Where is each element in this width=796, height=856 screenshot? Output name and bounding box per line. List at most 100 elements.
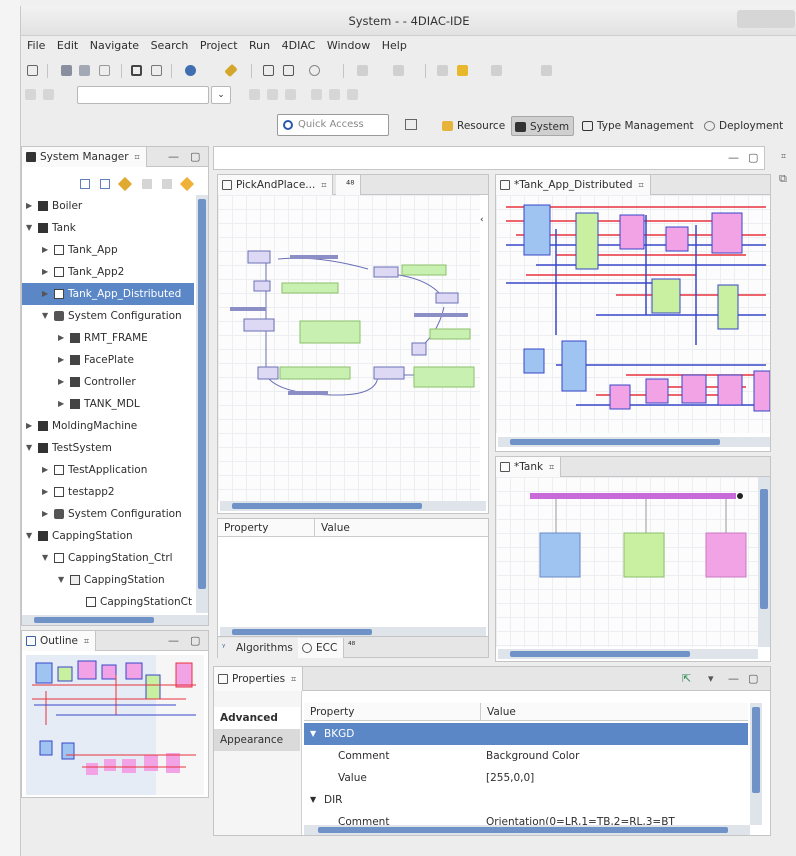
expand-arrow-icon[interactable]: ▶ — [58, 327, 64, 349]
outline-overview[interactable] — [26, 655, 204, 795]
tree-item[interactable]: ▼ System Configuration — [22, 305, 194, 327]
tree-item[interactable]: ▼ TestSystem — [22, 437, 194, 459]
tree-item[interactable]: ▶ RMT_FRAME — [22, 327, 194, 349]
collapse-arrow-icon[interactable]: ▼ — [58, 569, 64, 591]
new-system-icon[interactable] — [117, 176, 133, 192]
side-tab-advanced[interactable]: Advanced — [214, 707, 300, 729]
property-row[interactable]: Comment Background Color — [304, 745, 748, 767]
perspective-system[interactable]: System — [511, 116, 575, 136]
menu-4diac[interactable]: 4DIAC — [282, 36, 316, 56]
system-hscrollbar[interactable] — [498, 649, 758, 659]
overflow-icon[interactable]: ⁴⁸ — [348, 641, 355, 651]
expand-arrow-icon[interactable]: ▶ — [42, 283, 48, 305]
menu-edit[interactable]: Edit — [57, 36, 78, 56]
properties-vscroll-thumb[interactable] — [752, 707, 760, 793]
application-hscroll-thumb[interactable] — [510, 439, 720, 445]
collapse-arrow-icon[interactable]: ▼ — [26, 437, 32, 459]
align-middle-icon[interactable] — [329, 89, 340, 100]
open-perspective-icon[interactable] — [405, 119, 417, 130]
tab-algorithms[interactable]: ᵞ Algorithms — [218, 638, 300, 658]
collapse-arrow-icon[interactable]: ▼ — [26, 217, 32, 239]
close-icon[interactable]: ⌗ — [84, 637, 89, 647]
tree-item[interactable]: ▶ FacePlate — [22, 349, 194, 371]
maximize-icon[interactable]: ▢ — [748, 151, 758, 164]
ecc-hscrollbar[interactable] — [220, 501, 486, 511]
side-tab-appearance[interactable]: Appearance — [214, 729, 300, 751]
new-icon[interactable] — [27, 65, 38, 76]
view-menu-icon[interactable]: ▾ — [708, 672, 714, 685]
expand-arrow-icon[interactable]: ▶ — [58, 349, 64, 371]
expand-arrow-icon[interactable]: ▶ — [42, 503, 48, 525]
collapse-arrow-icon[interactable]: ▼ — [310, 723, 316, 745]
menu-window[interactable]: Window — [327, 36, 370, 56]
system-hscroll-thumb[interactable] — [510, 651, 690, 657]
quick-access-input[interactable]: Quick Access — [277, 114, 389, 136]
print-icon[interactable] — [99, 65, 110, 76]
minimize-icon[interactable]: — — [168, 150, 179, 163]
redo-icon[interactable] — [43, 89, 54, 100]
tree-vertical-scrollbar[interactable] — [196, 195, 208, 613]
align-center-icon[interactable] — [267, 89, 278, 100]
align-top-icon[interactable] — [311, 89, 322, 100]
pin-icon[interactable] — [541, 65, 552, 76]
property-group-row[interactable]: ▼ BKGD — [304, 723, 748, 745]
minimize-icon[interactable]: — — [728, 151, 739, 164]
back-icon[interactable] — [357, 65, 368, 76]
menu-file[interactable]: File — [27, 36, 45, 56]
tree-item[interactable]: ▼ CappingStation_Ctrl — [22, 547, 194, 569]
restore-icon[interactable]: ⌗ — [781, 152, 786, 162]
forward-icon[interactable] — [393, 65, 404, 76]
collapse-arrow-icon[interactable]: ▼ — [310, 789, 316, 811]
align-right-icon[interactable] — [285, 89, 296, 100]
search-tool-icon[interactable] — [309, 65, 320, 76]
window-controls[interactable] — [737, 10, 795, 28]
system-canvas[interactable] — [496, 477, 758, 647]
tree-item[interactable]: ▶ TANK_MDL — [22, 393, 194, 415]
tree-item[interactable]: ▼ Tank — [22, 217, 194, 239]
window-icon[interactable] — [131, 65, 142, 76]
property-value[interactable]: [255,0,0] — [486, 767, 736, 789]
minimize-icon[interactable]: — — [168, 634, 179, 647]
save-all-icon[interactable] — [79, 65, 90, 76]
expand-arrow-icon[interactable]: ▶ — [42, 239, 48, 261]
history-icon[interactable] — [491, 65, 502, 76]
menu-navigate[interactable]: Navigate — [90, 36, 139, 56]
tree-item[interactable]: ▶ testapp2 — [22, 481, 194, 503]
expand-arrow-icon[interactable]: ▶ — [42, 459, 48, 481]
close-icon[interactable]: ⌗ — [291, 675, 296, 685]
menu-project[interactable]: Project — [200, 36, 238, 56]
tab-outline[interactable]: Outline ⌗ — [22, 631, 97, 651]
tree-item[interactable]: ▼ CappingStation — [22, 525, 194, 547]
collapse-arrow-icon[interactable]: ▼ — [42, 547, 48, 569]
tab-properties[interactable]: Properties ⌗ — [214, 667, 304, 691]
expand-arrow-icon[interactable]: ▶ — [42, 481, 48, 503]
collapse-all-icon[interactable] — [80, 179, 90, 189]
tab-pick-and-place[interactable]: PickAndPlace... ⌗ — [218, 175, 334, 195]
menu-help[interactable]: Help — [382, 36, 407, 56]
align-bottom-icon[interactable] — [347, 89, 358, 100]
view-menu-icon[interactable] — [179, 176, 195, 192]
properties-hscrollbar[interactable] — [304, 825, 750, 835]
tab-tank-app-distributed[interactable]: *Tank_App_Distributed ⌗ — [496, 175, 651, 195]
close-icon[interactable]: ⌗ — [639, 181, 644, 191]
tree-item[interactable]: ▼ CappingStation — [22, 569, 194, 591]
tab-tank[interactable]: *Tank ⌗ — [496, 457, 562, 477]
menu-run[interactable]: Run — [249, 36, 270, 56]
property-value[interactable]: Background Color — [486, 745, 736, 767]
expand-arrow-icon[interactable]: ▶ — [58, 393, 64, 415]
maximize-icon[interactable]: ▢ — [190, 634, 200, 647]
tab-ecc[interactable]: ECC — [298, 638, 345, 658]
save-icon[interactable] — [61, 65, 72, 76]
run-icon[interactable] — [185, 65, 196, 76]
align-left-icon[interactable] — [249, 89, 260, 100]
nav-icon[interactable] — [437, 65, 448, 76]
close-icon[interactable]: ⌗ — [321, 181, 326, 191]
tree-item[interactable]: ▶ Controller — [22, 371, 194, 393]
pen-icon[interactable] — [224, 63, 238, 78]
tree-item[interactable]: ▶ MoldingMachine — [22, 415, 194, 437]
collapse-arrow-icon[interactable]: ▼ — [42, 305, 48, 327]
expand-arrow-icon[interactable]: ▶ — [26, 195, 32, 217]
close-icon[interactable]: ⌗ — [135, 153, 140, 163]
maximize-icon[interactable]: ▢ — [190, 150, 200, 163]
layout2-icon[interactable] — [283, 65, 294, 76]
